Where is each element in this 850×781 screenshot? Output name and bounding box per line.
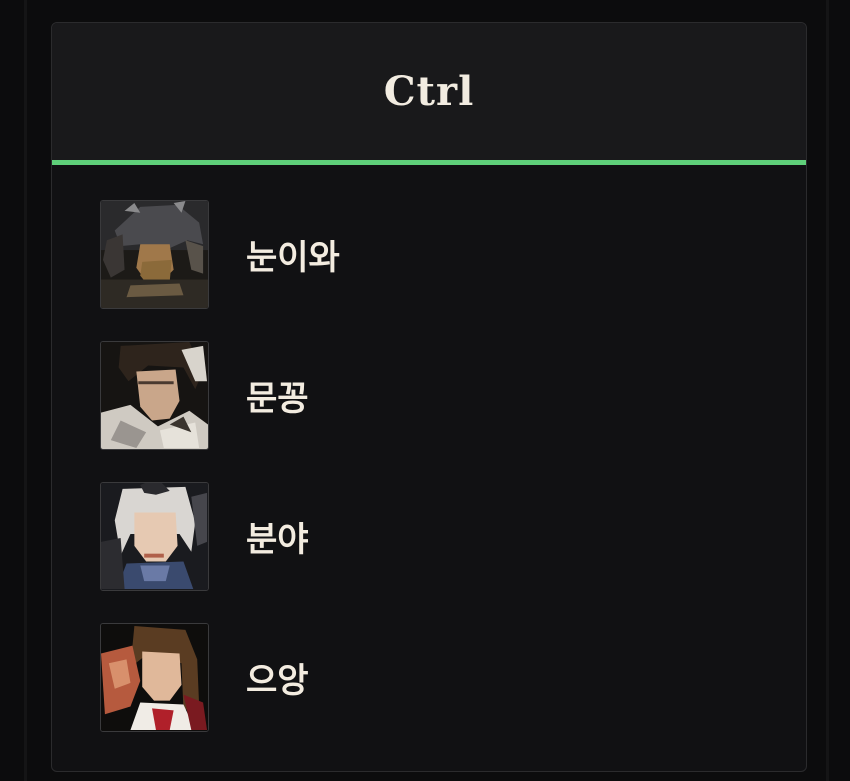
armored-warrior-avatar bbox=[100, 200, 209, 309]
member-name: 눈이와 bbox=[246, 238, 340, 278]
brown-haired-woman-avatar bbox=[100, 623, 209, 732]
panel-title: Ctrl bbox=[383, 68, 475, 115]
member-row[interactable]: 눈이와 bbox=[100, 199, 806, 310]
panel-header: Ctrl bbox=[52, 23, 806, 160]
page-rail-right bbox=[826, 0, 829, 781]
member-name: 문꽁 bbox=[246, 379, 309, 419]
page: Ctrl 눈이와 문꽁 분야 으앙 bbox=[0, 0, 850, 781]
page-rail-left bbox=[24, 0, 27, 781]
member-row[interactable]: 분야 bbox=[100, 481, 806, 592]
dark-haired-warrior-avatar bbox=[100, 341, 209, 450]
member-name: 으앙 bbox=[246, 661, 309, 701]
member-list: 눈이와 문꽁 분야 으앙 bbox=[52, 165, 806, 733]
party-panel: Ctrl 눈이와 문꽁 분야 으앙 bbox=[51, 22, 807, 772]
member-name: 분야 bbox=[246, 520, 309, 560]
silver-haired-woman-avatar bbox=[100, 482, 209, 591]
member-row[interactable]: 문꽁 bbox=[100, 340, 806, 451]
member-row[interactable]: 으앙 bbox=[100, 622, 806, 733]
